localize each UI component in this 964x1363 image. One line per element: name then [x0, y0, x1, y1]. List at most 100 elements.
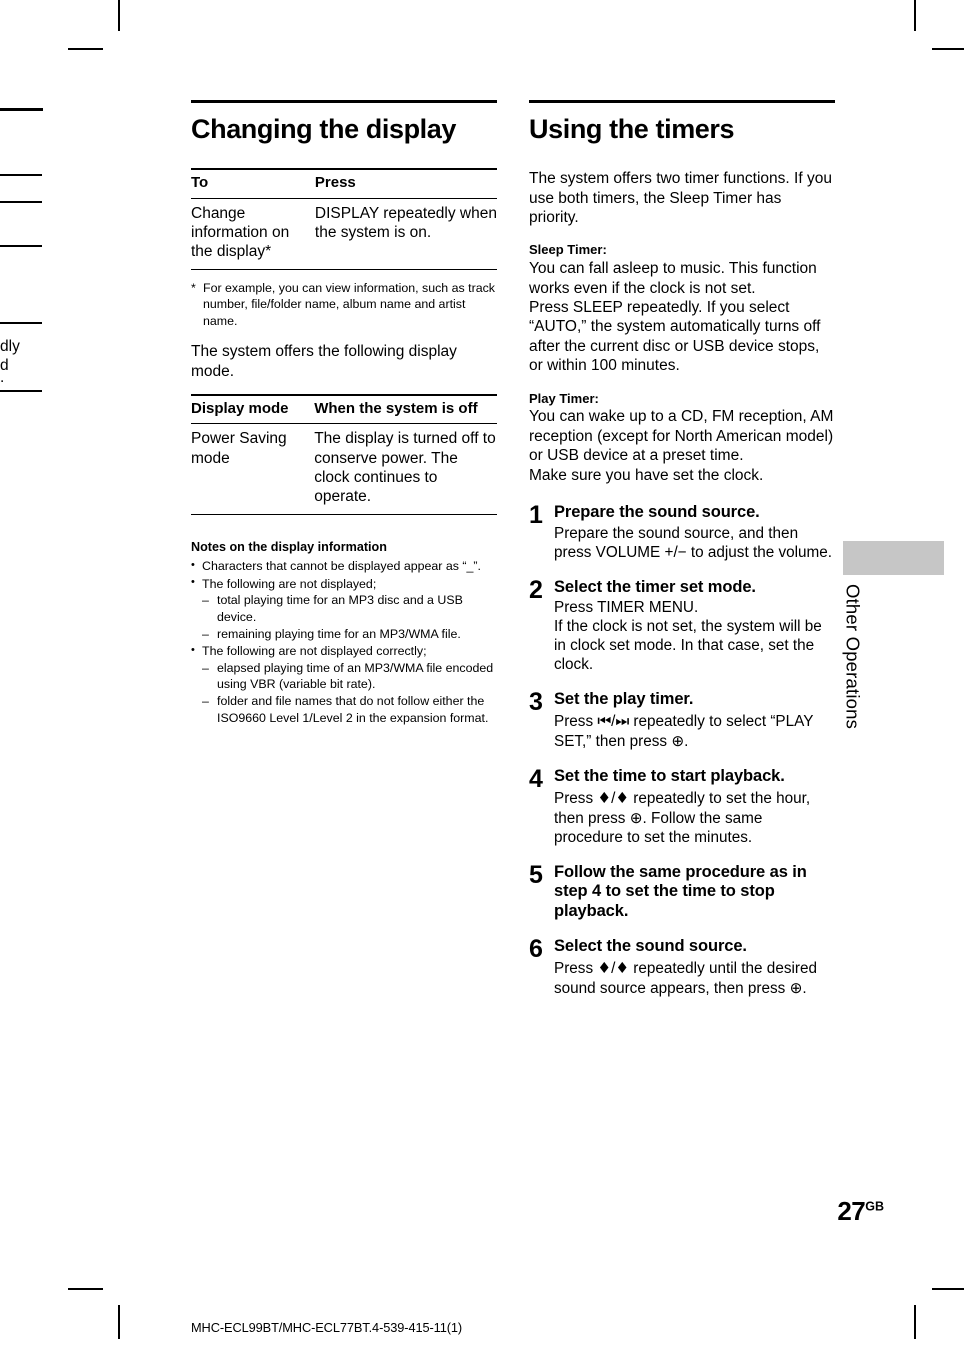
- cell-power-saving-mode: Power Saving mode: [191, 423, 315, 515]
- down-arrow-icon: ♦: [615, 788, 630, 807]
- play-timer-heading: Play Timer:: [529, 390, 599, 406]
- display-control-table: To Press Change information on the displ…: [191, 168, 497, 270]
- enter-icon: ⊕: [671, 731, 685, 750]
- step-content: Select the timer set mode. Press TIMER ME…: [554, 578, 835, 676]
- note-sub-item-text: remaining playing time for an MP3/WMA fi…: [217, 626, 461, 641]
- display-mode-intro-text: The system offers the following display …: [191, 343, 457, 380]
- note-sub-item: – remaining playing time for an MP3/WMA f…: [202, 626, 497, 643]
- step-content: Set the play timer. Press ⏮/⏭ repeatedly …: [554, 690, 835, 752]
- step-headline: Set the time to start playback.: [554, 766, 785, 785]
- up-arrow-icon: ♦: [597, 788, 612, 807]
- footnote-marker: *: [191, 280, 196, 295]
- step-headline: Prepare the sound source.: [554, 502, 760, 521]
- timers-intro-text: The system offers two timer functions. I…: [529, 170, 832, 226]
- sleep-timer-text: You can fall asleep to music. This funct…: [529, 260, 821, 375]
- step-detail: Press ⏮/⏭ repeatedly to select “PLAY SET…: [554, 712, 814, 750]
- step-detail: Prepare the sound source, and then press…: [554, 524, 833, 561]
- step-number: 6: [529, 934, 543, 963]
- dash-icon: –: [202, 626, 209, 641]
- note-item-text: Characters that cannot be displayed appe…: [202, 559, 481, 574]
- note-sub-list: – total playing time for an MP3 disc and …: [202, 592, 497, 642]
- column-header-press: Press: [314, 168, 497, 199]
- dash-icon: –: [202, 593, 209, 608]
- note-sub-item: – elapsed playing time of an MP3/WMA file…: [202, 660, 497, 693]
- bullet-icon: •: [191, 643, 195, 656]
- step-detail: Press ♦/♦ repeatedly until the desired s…: [554, 958, 817, 997]
- step-number: 3: [529, 688, 543, 717]
- page-number-value: 27: [837, 1196, 866, 1226]
- step-number: 2: [529, 575, 543, 604]
- step-content: Set the time to start playback. Press ♦/♦…: [554, 767, 835, 848]
- document-footer-code: MHC-ECL99BT/MHC-ECL77BT.4-539-415-11(1): [191, 1320, 463, 1335]
- note-sub-list: – elapsed playing time of an MP3/WMA file…: [202, 660, 497, 726]
- note-sub-item-text: elapsed playing time of an MP3/WMA file …: [217, 660, 494, 692]
- note-item: • Characters that cannot be displayed app…: [191, 558, 497, 575]
- footnote-text: For example, you can view information, s…: [203, 280, 495, 328]
- step-item: 4 Set the time to start playback. Press ♦/…: [529, 764, 835, 848]
- enter-icon: ⊕: [629, 808, 643, 827]
- column-header-when-system-off: When the system is off: [314, 393, 497, 425]
- step-headline: Select the timer set mode.: [554, 577, 756, 596]
- play-timer-text: You can wake up to a CD, FM reception, A…: [529, 408, 834, 484]
- step-detail: Press TIMER MENU. If the clock is not set…: [554, 599, 822, 674]
- step-headline: Follow the same procedure as in step 4 t…: [554, 862, 807, 921]
- note-sub-item: – total playing time for an MP3 disc and …: [202, 592, 497, 625]
- dash-icon: –: [202, 693, 209, 708]
- step-headline: Select the sound source.: [554, 936, 747, 955]
- side-tab-color-swatch: [843, 541, 944, 575]
- step-headline: Set the play timer.: [554, 690, 694, 709]
- cell-power-saving-description: The display is turned off to conserve po…: [314, 423, 497, 515]
- side-tab-other-operations: Other Operations: [843, 541, 944, 729]
- step-item: 3 Set the play timer. Press ⏮/⏭ repeatedly…: [529, 690, 835, 752]
- step-number: 1: [529, 500, 543, 529]
- note-sub-item: – folder and file names that do not follo…: [202, 693, 497, 726]
- note-item-text: The following are not displayed;: [202, 576, 377, 591]
- step-number: 4: [529, 764, 543, 793]
- notes-heading: Notes on the display information: [191, 539, 387, 554]
- step-content: Select the sound source. Press ♦/♦ repeat…: [554, 937, 835, 999]
- up-arrow-icon: ♦: [597, 958, 612, 977]
- table-row: Change information on the display* DISPL…: [191, 198, 497, 270]
- display-mode-table: Display mode When the system is off Powe…: [191, 393, 497, 515]
- step-item: 6 Select the sound source. Press ♦/♦ repea…: [529, 937, 835, 999]
- table-header-row: To Press: [191, 168, 497, 199]
- page-title-using-the-timers: Using the timers: [529, 100, 835, 144]
- side-tab-label: Other Operations: [842, 584, 864, 730]
- table-header-row: Display mode When the system is off: [191, 393, 497, 425]
- down-arrow-icon: ♦: [615, 958, 630, 977]
- step-content: Follow the same procedure as in step 4 t…: [554, 863, 835, 922]
- step-number: 5: [529, 860, 543, 889]
- next-track-icon: ⏭: [615, 712, 630, 730]
- cell-to-change-information: Change information on the display*: [191, 198, 315, 270]
- page-number-suffix: GB: [865, 1199, 884, 1214]
- page-number: 27GB: [837, 1196, 884, 1227]
- step-detail: Press ♦/♦ repeatedly to set the hour, th…: [554, 788, 811, 846]
- page-title-changing-the-display: Changing the display: [191, 100, 497, 144]
- footnote-asterisk: * For example, you can view information,…: [191, 280, 497, 330]
- note-item: • The following are not displayed correct…: [191, 643, 497, 726]
- step-item: 5 Follow the same procedure as in step 4 …: [529, 860, 835, 922]
- bullet-icon: •: [191, 576, 195, 589]
- notes-list: • Characters that cannot be displayed app…: [191, 558, 497, 726]
- prev-track-icon: ⏮: [597, 712, 612, 730]
- table-row: Power Saving mode The display is turned …: [191, 423, 497, 515]
- column-header-to: To: [191, 168, 315, 199]
- note-sub-item-text: total playing time for an MP3 disc and a…: [217, 593, 463, 624]
- dash-icon: –: [202, 660, 209, 675]
- step-item: 1 Prepare the sound source. Prepare the so…: [529, 500, 835, 563]
- step-content: Prepare the sound source. Prepare the sou…: [554, 503, 835, 563]
- left-column: Changing the display To Press Change inf…: [191, 100, 497, 727]
- sleep-timer-heading: Sleep Timer:: [529, 242, 607, 258]
- manual-page: Changing the display To Press Change inf…: [0, 0, 964, 1363]
- note-sub-item-text: folder and file names that do not follow…: [217, 693, 489, 725]
- note-item: • The following are not displayed; – total …: [191, 576, 497, 642]
- right-column: Using the timers The system offers two t…: [529, 100, 835, 1014]
- notes-section: Notes on the display information • Charac…: [191, 539, 497, 726]
- enter-icon: ⊕: [789, 978, 803, 997]
- column-header-display-mode: Display mode: [191, 393, 315, 425]
- note-item-text: The following are not displayed correctl…: [202, 644, 427, 659]
- timer-setup-steps: 1 Prepare the sound source. Prepare the so…: [529, 500, 835, 999]
- step-item: 2 Select the timer set mode. Press TIMER M…: [529, 575, 835, 676]
- bullet-icon: •: [191, 558, 195, 571]
- cell-press-display-repeatedly: DISPLAY repeatedly when the system is on…: [314, 198, 497, 270]
